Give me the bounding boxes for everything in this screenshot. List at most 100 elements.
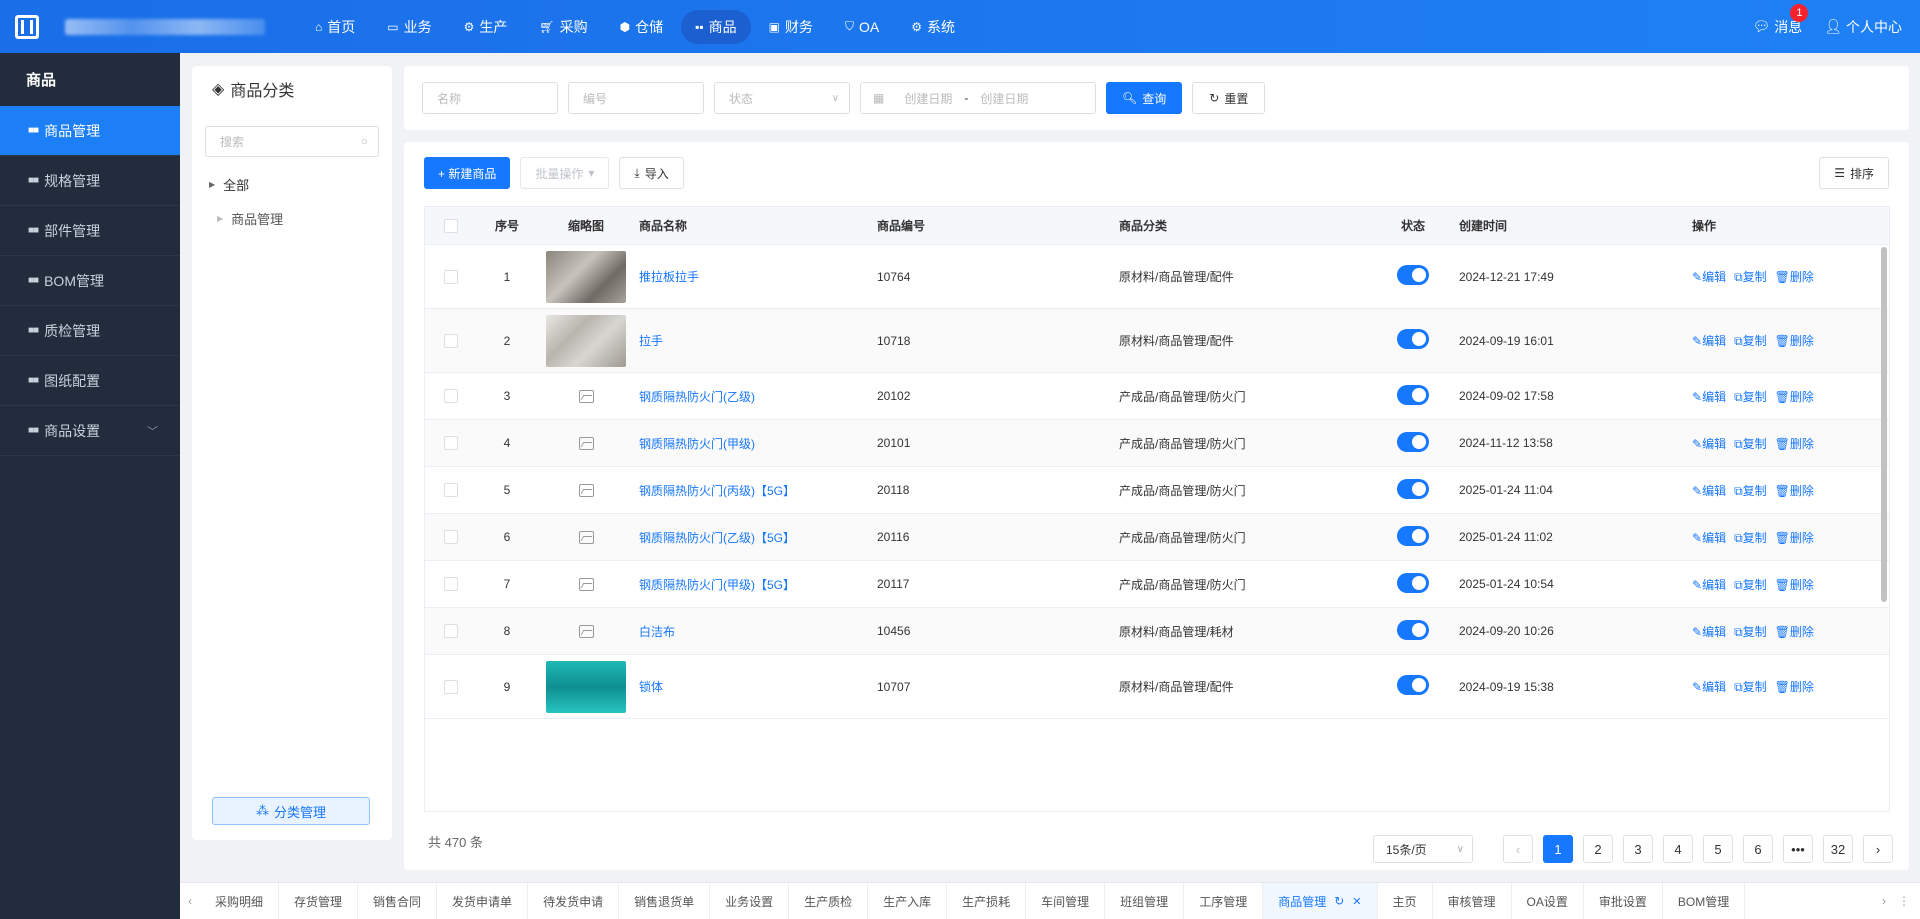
status-toggle[interactable] bbox=[1397, 431, 1429, 452]
open-tab[interactable]: OA设置 bbox=[1512, 882, 1584, 919]
edit-button[interactable]: ✎编辑 bbox=[1692, 578, 1726, 592]
query-button[interactable]: 🔍︎ 查询 bbox=[1106, 82, 1183, 114]
sidebar-item-bom-management[interactable]: ■■ BOM管理 bbox=[0, 256, 180, 306]
row-checkbox[interactable] bbox=[444, 436, 458, 450]
nav-warehouse[interactable]: ⬢ 仓储 bbox=[606, 10, 677, 44]
status-toggle[interactable] bbox=[1397, 384, 1429, 405]
delete-button[interactable]: 🗑︎删除 bbox=[1775, 334, 1814, 348]
nav-goods[interactable]: ▪▪ 商品 bbox=[681, 9, 751, 44]
page-button[interactable]: 4 bbox=[1663, 835, 1693, 863]
status-toggle[interactable] bbox=[1397, 265, 1429, 285]
import-button[interactable]: ⤓ 导入 bbox=[619, 157, 684, 189]
status-filter-select[interactable]: 状态 ∨ bbox=[714, 82, 850, 114]
open-tab[interactable]: 销售合同 bbox=[358, 882, 438, 919]
refresh-icon[interactable]: ↻ bbox=[1334, 894, 1344, 908]
open-tab[interactable]: 主页 bbox=[1378, 882, 1433, 919]
caret-right-icon[interactable]: ▶ bbox=[217, 214, 223, 223]
open-tab[interactable]: 销售退货单 bbox=[619, 882, 711, 919]
copy-button[interactable]: ⧉复制 bbox=[1734, 334, 1767, 348]
close-icon[interactable]: ✕ bbox=[1352, 895, 1361, 908]
page-button[interactable]: 1 bbox=[1543, 835, 1573, 863]
product-thumbnail[interactable] bbox=[546, 314, 626, 367]
batch-actions-dropdown[interactable]: 批量操作 ▾ bbox=[520, 157, 610, 189]
select-all-checkbox[interactable] bbox=[444, 218, 458, 233]
row-name-link[interactable]: 白洁布 bbox=[635, 623, 877, 640]
edit-button[interactable]: ✎编辑 bbox=[1692, 390, 1726, 404]
open-tab[interactable]: 发货申请单 bbox=[437, 882, 529, 919]
open-tab[interactable]: BOM管理 bbox=[1663, 882, 1746, 919]
prev-page-button[interactable]: ‹ bbox=[1503, 835, 1533, 863]
delete-button[interactable]: 🗑︎删除 bbox=[1775, 270, 1814, 284]
row-checkbox[interactable] bbox=[444, 624, 458, 638]
nav-finance[interactable]: ▣ 财务 bbox=[755, 10, 827, 44]
reset-button[interactable]: ↻ 重置 bbox=[1192, 82, 1266, 114]
row-name-link[interactable]: 钢质隔热防火门(甲级) bbox=[635, 435, 877, 452]
app-logo[interactable] bbox=[0, 0, 53, 53]
nav-oa[interactable]: ⛉ OA bbox=[831, 10, 893, 44]
tabs-scroll-left-icon[interactable]: ‹ bbox=[180, 894, 200, 908]
row-checkbox[interactable] bbox=[444, 269, 458, 284]
copy-button[interactable]: ⧉复制 bbox=[1734, 390, 1767, 404]
copy-button[interactable]: ⧉复制 bbox=[1734, 270, 1767, 284]
row-checkbox[interactable] bbox=[444, 679, 458, 694]
code-filter-input[interactable]: 编号 bbox=[568, 82, 704, 114]
open-tab[interactable]: 采购明细 bbox=[200, 882, 280, 919]
nav-production[interactable]: ⚙ 生产 bbox=[450, 10, 522, 44]
more-vertical-icon[interactable]: ⋮ bbox=[1894, 894, 1914, 908]
table-scrollbar[interactable] bbox=[1881, 247, 1887, 602]
row-checkbox[interactable] bbox=[444, 483, 458, 497]
delete-button[interactable]: 🗑︎删除 bbox=[1775, 484, 1814, 498]
sidebar-item-goods-management[interactable]: ■■ 商品管理 bbox=[0, 106, 180, 156]
delete-button[interactable]: 🗑︎删除 bbox=[1775, 578, 1814, 592]
row-name-link[interactable]: 钢质隔热防火门(丙级)【5G】 bbox=[635, 482, 877, 499]
name-filter-input[interactable]: 名称 bbox=[422, 82, 558, 114]
sidebar-item-goods-settings[interactable]: ■■ 商品设置 ﹀ bbox=[0, 406, 180, 456]
open-tab[interactable]: 生产质检 bbox=[789, 882, 869, 919]
open-tab[interactable]: 审核管理 bbox=[1433, 882, 1512, 919]
status-toggle[interactable] bbox=[1397, 525, 1429, 546]
row-checkbox[interactable] bbox=[444, 389, 458, 403]
edit-button[interactable]: ✎编辑 bbox=[1692, 334, 1726, 348]
delete-button[interactable]: 🗑︎删除 bbox=[1775, 437, 1814, 451]
open-tab[interactable]: 审批设置 bbox=[1584, 882, 1663, 919]
row-name-link[interactable]: 钢质隔热防火门(乙级) bbox=[635, 388, 877, 405]
copy-button[interactable]: ⧉复制 bbox=[1734, 484, 1767, 498]
open-tab[interactable]: 工序管理 bbox=[1184, 882, 1264, 919]
edit-button[interactable]: ✎编辑 bbox=[1692, 437, 1726, 451]
open-tab[interactable]: 存货管理 bbox=[279, 882, 359, 919]
page-button[interactable]: 6 bbox=[1743, 835, 1773, 863]
delete-button[interactable]: 🗑︎删除 bbox=[1775, 625, 1814, 639]
next-page-button[interactable]: › bbox=[1863, 835, 1893, 863]
status-toggle[interactable] bbox=[1397, 329, 1429, 349]
row-name-link[interactable]: 钢质隔热防火门(乙级)【5G】 bbox=[635, 529, 877, 546]
date-range-picker[interactable]: ▦ 创建日期 - 创建日期 bbox=[860, 82, 1096, 114]
sidebar-item-drawing-config[interactable]: ■■ 图纸配置 bbox=[0, 356, 180, 406]
page-size-select[interactable]: 15条/页 ∨ bbox=[1373, 835, 1473, 863]
open-tab[interactable]: 车间管理 bbox=[1026, 882, 1106, 919]
row-checkbox[interactable] bbox=[444, 530, 458, 544]
status-toggle[interactable] bbox=[1397, 675, 1429, 695]
product-thumbnail[interactable] bbox=[546, 250, 626, 303]
page-button[interactable]: 32 bbox=[1823, 835, 1853, 863]
status-toggle[interactable] bbox=[1397, 619, 1429, 640]
edit-button[interactable]: ✎编辑 bbox=[1692, 680, 1726, 694]
messages-button[interactable]: 💬︎ 消息 1 bbox=[1752, 3, 1809, 37]
copy-button[interactable]: ⧉复制 bbox=[1734, 625, 1767, 639]
open-tab[interactable]: 生产入库 bbox=[868, 882, 948, 919]
copy-button[interactable]: ⧉复制 bbox=[1734, 680, 1767, 694]
new-goods-button[interactable]: + 新建商品 bbox=[424, 157, 511, 189]
edit-button[interactable]: ✎编辑 bbox=[1692, 625, 1726, 639]
tabs-scroll-right-icon[interactable]: › bbox=[1874, 894, 1894, 908]
category-manage-button[interactable]: ⁂ 分类管理 bbox=[212, 797, 370, 825]
sidebar-item-spec-management[interactable]: ■■ 规格管理 bbox=[0, 156, 180, 206]
nav-business[interactable]: ▭ 业务 bbox=[373, 10, 445, 44]
status-toggle[interactable] bbox=[1397, 478, 1429, 499]
page-button[interactable]: 5 bbox=[1703, 835, 1733, 863]
sort-button[interactable]: ☰ 排序 bbox=[1819, 157, 1889, 189]
category-search-input[interactable]: 搜索 ○ bbox=[205, 126, 379, 157]
open-tab[interactable]: 生产损耗 bbox=[947, 882, 1027, 919]
tree-node-goods-management[interactable]: ▶ 商品管理 bbox=[209, 201, 283, 235]
row-name-link[interactable]: 推拉板拉手 bbox=[635, 268, 877, 285]
row-name-link[interactable]: 拉手 bbox=[635, 332, 877, 349]
profile-button[interactable]: 👤︎ 个人中心 bbox=[1824, 17, 1902, 37]
